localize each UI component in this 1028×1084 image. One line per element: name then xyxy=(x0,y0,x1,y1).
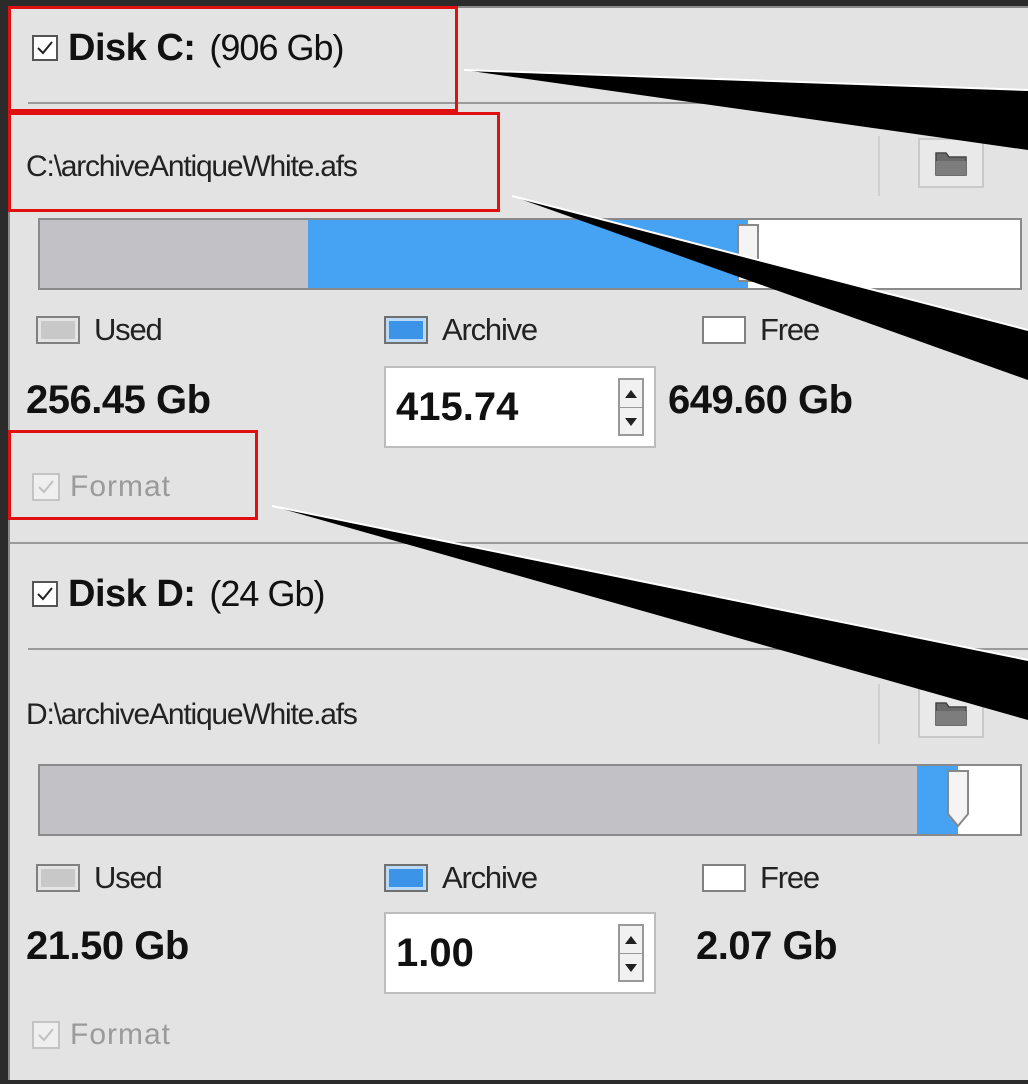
legend-free-label: Free xyxy=(760,312,820,347)
disk-d-spin-buttons xyxy=(618,924,644,982)
disk-c-header-separator xyxy=(28,102,1028,104)
used-swatch xyxy=(36,864,80,892)
disk-c-used-segment xyxy=(40,220,310,288)
legend-used-label: Used xyxy=(94,860,163,895)
disk-c-archive-value[interactable]: 415.74 xyxy=(396,368,518,446)
arrow-down-icon xyxy=(625,963,637,972)
checkmark-icon xyxy=(37,41,53,55)
disk-d-format-checkbox[interactable] xyxy=(32,1021,60,1049)
disk-d-slider-thumb[interactable] xyxy=(945,770,971,828)
disk-c-panel: Disk C: (906 Gb) C:\archiveAntiqueWhite.… xyxy=(10,8,1028,542)
free-swatch xyxy=(702,864,746,892)
disk-c-format-checkbox[interactable] xyxy=(32,473,60,501)
disk-c-header: Disk C: (906 Gb) xyxy=(32,18,345,78)
disk-c-free-value: 649.60 Gb xyxy=(668,378,853,422)
disk-d-header-separator xyxy=(28,648,1028,650)
disk-c-slider-thumb[interactable] xyxy=(735,224,761,282)
checkmark-icon xyxy=(37,587,53,601)
disk-d-size: (24 Gb) xyxy=(209,573,325,614)
disk-c-spin-down-button[interactable] xyxy=(620,408,642,435)
disk-d-spin-up-button[interactable] xyxy=(620,926,642,954)
disk-c-legend-used: Used xyxy=(36,312,163,348)
folder-icon xyxy=(935,702,967,726)
disk-c-size: (906 Gb) xyxy=(209,27,344,68)
arrow-up-icon xyxy=(625,389,637,398)
checkmark-icon xyxy=(38,1028,54,1042)
disk-d-format-label: Format xyxy=(70,1018,172,1051)
disk-d-legend-archive: Archive xyxy=(384,860,538,896)
arrow-up-icon xyxy=(625,935,637,944)
disk-c-spin-buttons xyxy=(618,378,644,436)
disk-c-legend-free: Free xyxy=(702,312,820,348)
panel-divider xyxy=(10,542,1028,556)
disk-d-spin-down-button[interactable] xyxy=(620,954,642,981)
disk-d-browse-button[interactable] xyxy=(918,688,984,738)
legend-free-label: Free xyxy=(760,860,820,895)
disk-d-legend-free: Free xyxy=(702,860,820,896)
disk-c-archive-segment xyxy=(307,220,748,288)
disk-d-used-segment xyxy=(40,766,920,834)
disk-c-archive-spinbox[interactable]: 415.74 xyxy=(384,366,656,448)
disk-d-header: Disk D: (24 Gb) xyxy=(32,564,325,624)
checkmark-icon xyxy=(38,480,54,494)
disk-c-legend-archive: Archive xyxy=(384,312,538,348)
disk-settings-panel: Disk C: (906 Gb) C:\archiveAntiqueWhite.… xyxy=(8,6,1028,1080)
disk-c-used-value: 256.45 Gb xyxy=(26,378,211,422)
disk-c-format-label: Format xyxy=(70,470,172,503)
free-swatch xyxy=(702,316,746,344)
used-swatch xyxy=(36,316,80,344)
disk-d-usage-bar xyxy=(38,764,1022,836)
disk-d-name: Disk D: xyxy=(68,572,196,615)
folder-icon xyxy=(935,152,967,176)
disk-d-free-value: 2.07 Gb xyxy=(696,924,838,968)
archive-swatch xyxy=(384,864,428,892)
disk-c-path-divider xyxy=(878,136,880,196)
disk-d-archive-spinbox[interactable]: 1.00 xyxy=(384,912,656,994)
disk-d-panel: Disk D: (24 Gb) D:\archiveAntiqueWhite.a… xyxy=(10,556,1028,1080)
disk-d-path-divider xyxy=(878,684,880,744)
disk-c-usage-bar xyxy=(38,218,1022,290)
disk-d-legend-used: Used xyxy=(36,860,163,896)
disk-c-format-option: Format xyxy=(32,470,171,504)
disk-d-checkbox[interactable] xyxy=(32,581,58,607)
legend-archive-label: Archive xyxy=(442,860,538,895)
disk-d-path: D:\archiveAntiqueWhite.afs xyxy=(26,698,358,731)
disk-d-archive-value[interactable]: 1.00 xyxy=(396,914,474,992)
disk-c-browse-button[interactable] xyxy=(918,138,984,188)
disk-d-used-value: 21.50 Gb xyxy=(26,924,189,968)
disk-c-name: Disk C: xyxy=(68,26,196,69)
disk-d-format-option: Format xyxy=(32,1018,171,1052)
disk-c-checkbox[interactable] xyxy=(32,35,58,61)
disk-c-path: C:\archiveAntiqueWhite.afs xyxy=(26,150,358,183)
legend-archive-label: Archive xyxy=(442,312,538,347)
disk-c-spin-up-button[interactable] xyxy=(620,380,642,408)
archive-swatch xyxy=(384,316,428,344)
legend-used-label: Used xyxy=(94,312,163,347)
arrow-down-icon xyxy=(625,417,637,426)
